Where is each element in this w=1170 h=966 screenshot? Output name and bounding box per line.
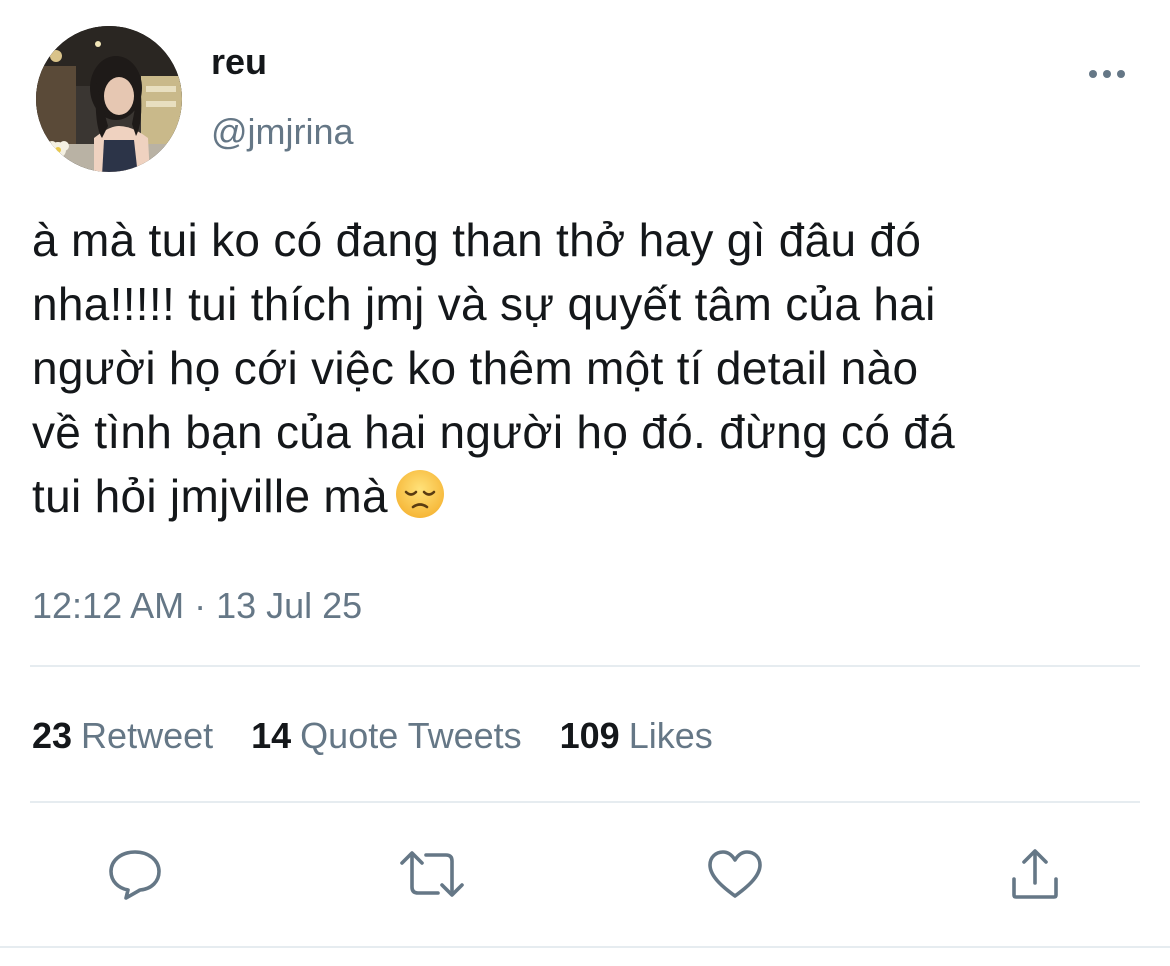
tweet-text-line-last: tui hỏi jmjville mà <box>32 464 1152 536</box>
quote-tweets-label: Quote Tweets <box>300 715 522 756</box>
bottom-divider <box>0 946 1170 948</box>
retweet-button[interactable] <box>400 848 464 904</box>
divider <box>30 665 1140 667</box>
tweet-timestamp[interactable]: 12:12 AM · 13 Jul 25 <box>32 584 362 628</box>
divider <box>30 801 1140 803</box>
tweet-text-line: người họ cới việc ko thêm một tí detail … <box>32 342 919 394</box>
tweet-detail: reu @jmjrina à mà tui ko có đang than th… <box>0 0 1170 966</box>
quote-tweets-count: 14 <box>251 715 292 756</box>
engagement-stats: 23 Retweet 14 Quote Tweets 109 Likes <box>32 714 751 758</box>
quote-tweets-stat[interactable]: 14 Quote Tweets <box>251 714 522 758</box>
retweet-icon <box>398 849 466 904</box>
tweet-text-line: à mà tui ko có đang than thở hay gì đâu … <box>32 214 922 266</box>
heart-icon <box>706 848 764 905</box>
tweet-text-line-content: tui hỏi jmjville mà <box>32 470 388 522</box>
retweets-stat[interactable]: 23 Retweet <box>32 714 213 758</box>
disappointed-face-emoji-icon <box>394 468 446 536</box>
like-button[interactable] <box>705 848 765 904</box>
tweet-text: à mà tui ko có đang than thở hay gì đâu … <box>32 208 1152 536</box>
reply-icon <box>106 847 164 906</box>
more-dots-icon[interactable] <box>1084 56 1130 92</box>
username-handle[interactable]: @jmjrina <box>211 110 354 154</box>
avatar[interactable] <box>36 26 182 172</box>
retweets-count: 23 <box>32 715 73 756</box>
reply-button[interactable] <box>105 848 165 904</box>
tweet-text-line: về tình bạn của hai người họ đó. đừng có… <box>32 406 956 458</box>
share-button[interactable] <box>1005 848 1065 904</box>
tweet-text-line: nha!!!!! tui thích jmj và sự quyết tâm c… <box>32 278 936 330</box>
likes-stat[interactable]: 109 Likes <box>560 714 713 758</box>
share-icon <box>1007 847 1063 906</box>
display-name[interactable]: reu <box>211 40 267 84</box>
retweets-label: Retweet <box>81 715 214 756</box>
likes-label: Likes <box>628 715 713 756</box>
likes-count: 109 <box>559 715 620 756</box>
